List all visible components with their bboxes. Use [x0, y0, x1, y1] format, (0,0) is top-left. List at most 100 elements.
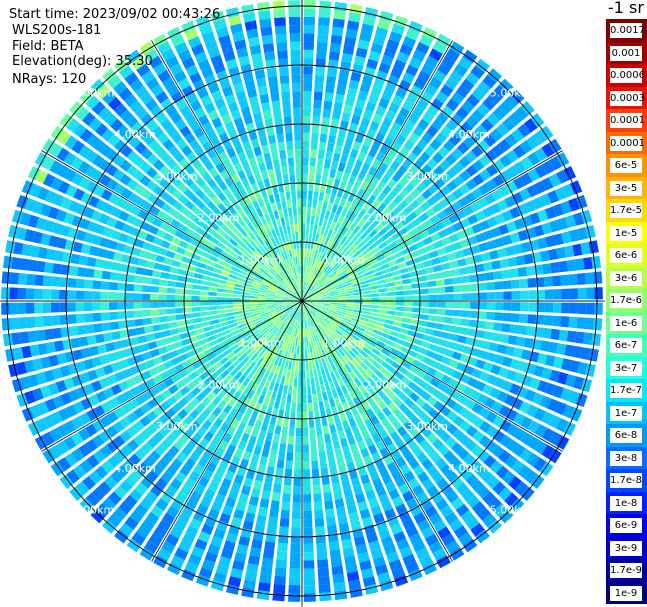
- colorbar-cell: 0.001: [606, 41, 647, 64]
- range-gate: [484, 271, 495, 281]
- range-gate: [194, 273, 203, 280]
- range-gate: [370, 308, 379, 313]
- colorbar-cell: 6e-9: [606, 514, 647, 537]
- range-gate: [387, 291, 396, 296]
- range-gate: [311, 207, 317, 217]
- range-gate: [328, 457, 336, 468]
- range-gate: [275, 559, 287, 569]
- colorbar-unit-label: -1 sr: [608, 0, 644, 17]
- range-gate: [317, 150, 325, 159]
- range-gate: [550, 261, 560, 274]
- range-gate: [403, 290, 413, 295]
- range-gate: [291, 190, 296, 200]
- range-gate: [303, 8, 316, 17]
- range-gate: [334, 590, 348, 601]
- range-gate: [17, 302, 27, 315]
- range-gate: [262, 482, 272, 492]
- range-gate: [323, 193, 330, 202]
- range-gate: [179, 332, 189, 340]
- range-gate: [303, 24, 315, 34]
- range-gate: [294, 132, 301, 141]
- range-gate: [305, 353, 308, 362]
- range-gate: [217, 283, 227, 289]
- range-gate: [295, 444, 302, 453]
- range-gate: [100, 281, 110, 290]
- range-gate: [153, 331, 163, 340]
- range-gate: [288, 0, 301, 9]
- range-gate: [303, 461, 310, 470]
- range-gate: [158, 308, 168, 316]
- range-gate: [70, 253, 81, 265]
- range-gate: [362, 297, 372, 301]
- range-gate: [52, 263, 62, 275]
- range-gate: [67, 302, 76, 312]
- range-gate: [303, 518, 313, 528]
- range-gate: [261, 102, 271, 112]
- range-gate: [544, 289, 554, 300]
- range-gate: [503, 291, 512, 300]
- range-gate: [525, 326, 536, 337]
- range-gate: [173, 341, 183, 349]
- range-gate: [297, 394, 302, 404]
- range-gate: [329, 126, 338, 136]
- range-gate: [462, 293, 471, 300]
- colorbar-tick-label: 3e-8: [610, 450, 642, 466]
- ppi-plot: 1.00km 1.00km 1.00km 1.00km 2.00km 2.00km 2.00…: [0, 0, 605, 607]
- range-gate: [324, 500, 334, 510]
- range-gate: [26, 316, 36, 329]
- range-gate: [495, 291, 504, 300]
- range-gate: [470, 292, 479, 300]
- range-gate: [307, 207, 312, 216]
- range-gate: [402, 317, 412, 324]
- range-gate: [325, 508, 335, 518]
- range-gate: [51, 315, 61, 326]
- range-gate: [84, 313, 94, 323]
- range-gate: [292, 494, 301, 503]
- range-gate: [225, 312, 235, 317]
- range-gate: [415, 332, 425, 340]
- range-gate: [296, 248, 300, 257]
- range-gate: [311, 132, 319, 142]
- range-gate: [35, 329, 46, 342]
- range-gate: [510, 313, 520, 323]
- range-gate: [256, 77, 267, 88]
- range-gate: [323, 100, 333, 110]
- range-gate: [576, 273, 586, 285]
- range-gate: [511, 290, 521, 300]
- range-gate: [259, 93, 270, 104]
- range-gate: [379, 297, 388, 301]
- range-gate: [329, 398, 336, 408]
- range-gate: [316, 426, 323, 436]
- range-gate: [308, 174, 315, 183]
- range-gate: [313, 224, 318, 234]
- range-gate: [279, 75, 290, 84]
- range-gate: [155, 339, 166, 348]
- range-gate: [362, 301, 372, 305]
- range-gate: [509, 324, 519, 334]
- range-gate: [434, 272, 444, 279]
- range-gate: [134, 275, 144, 284]
- range-gate: [167, 315, 177, 322]
- field-text: Field: BETA: [12, 39, 84, 54]
- range-gate: [256, 590, 270, 601]
- range-gate: [281, 91, 291, 101]
- range-gate: [289, 568, 301, 578]
- range-gate: [303, 543, 314, 553]
- range-gate: [272, 0, 285, 10]
- range-ring-label: 2.00km: [365, 212, 407, 225]
- range-gate: [141, 301, 151, 309]
- range-gate: [542, 327, 552, 339]
- range-gate: [267, 76, 278, 86]
- range-gate: [265, 299, 275, 301]
- range-gate: [210, 277, 219, 283]
- range-gate: [310, 215, 315, 225]
- colorbar-cell: 1.7e-8: [606, 469, 647, 492]
- range-gate: [519, 278, 528, 289]
- range-gate: [329, 194, 336, 204]
- range-gate: [386, 282, 395, 288]
- range-gate: [315, 174, 322, 184]
- range-gate: [101, 322, 111, 332]
- range-gate: [371, 301, 380, 305]
- range-gate: [401, 322, 410, 329]
- range-gate: [233, 290, 242, 295]
